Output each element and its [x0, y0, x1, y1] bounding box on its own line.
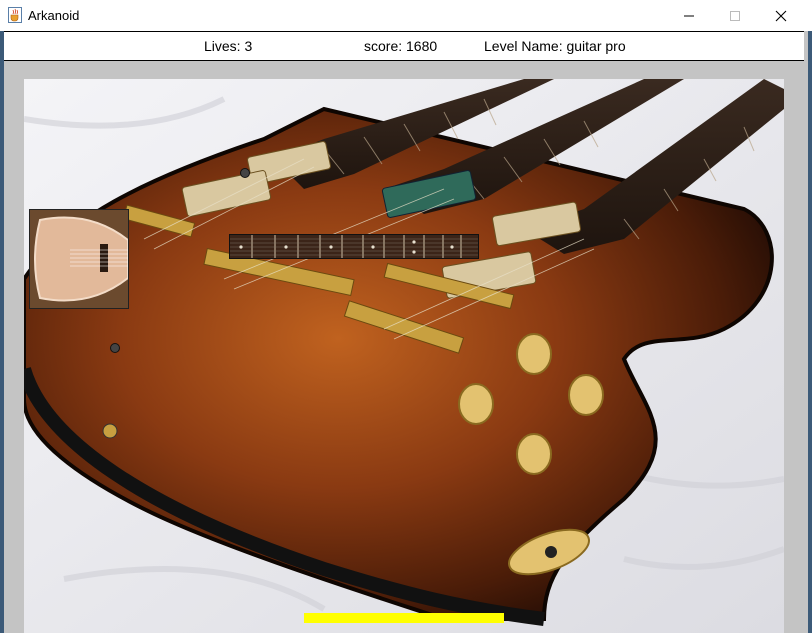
game-area[interactable] [24, 79, 784, 633]
guitar-background [24, 79, 784, 633]
window-left-edge [0, 31, 4, 633]
ball [240, 168, 250, 178]
minimize-icon [684, 15, 694, 16]
level-name-indicator: Level Name: guitar pro [484, 38, 626, 54]
maximize-button[interactable] [712, 0, 758, 31]
window-right-edge [808, 31, 812, 633]
score-indicator: score: 1680 [364, 38, 438, 54]
java-cup-icon [8, 7, 22, 23]
window-title: Arkanoid [28, 8, 80, 23]
maximize-icon [730, 10, 740, 21]
close-button[interactable] [758, 0, 804, 31]
ball [110, 343, 120, 353]
fretboard-block [229, 234, 479, 259]
close-icon [775, 10, 787, 21]
acoustic-guitar-body-image [30, 210, 128, 308]
paddle[interactable] [304, 613, 504, 623]
acoustic-guitar-block [29, 209, 129, 309]
lives-indicator: Lives: 3 [204, 38, 253, 54]
minimize-button[interactable] [666, 0, 712, 31]
fretboard-image [230, 235, 478, 258]
info-bar: Lives: 3 score: 1680 Level Name: guitar … [4, 31, 804, 61]
window-titlebar[interactable]: Arkanoid [0, 0, 812, 32]
